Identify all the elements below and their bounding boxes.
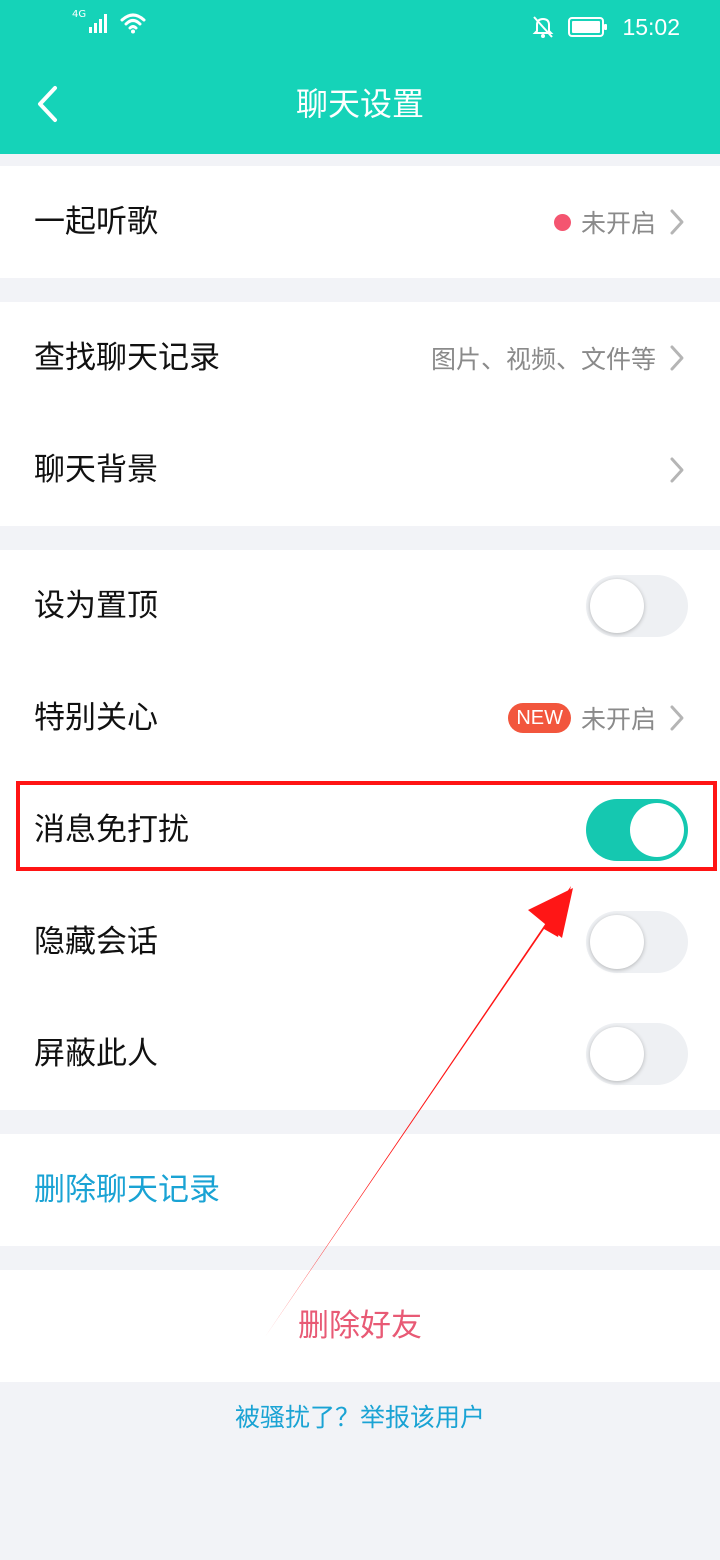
- status-right: 15:02: [532, 12, 680, 42]
- toggle-knob: [590, 1027, 644, 1081]
- wifi-icon: [120, 13, 146, 34]
- do-not-disturb-toggle[interactable]: [586, 799, 688, 861]
- toggle-knob: [630, 803, 684, 857]
- row-pin-top: 设为置顶: [0, 550, 720, 662]
- status-time: 15:02: [622, 14, 680, 40]
- listen-together-value: 未开启: [580, 209, 656, 238]
- do-not-disturb-label: 消息免打扰: [34, 812, 189, 848]
- battery-icon: [568, 17, 608, 37]
- signal-icon: [89, 14, 108, 33]
- listen-together-label: 一起听歌: [34, 204, 158, 240]
- special-care-value: 未开启: [580, 705, 656, 734]
- delete-history-label: 删除聊天记录: [34, 1172, 220, 1208]
- row-hide-chat: 隐藏会话: [0, 886, 720, 998]
- row-special-care[interactable]: 特别关心 NEW 未开启: [0, 662, 720, 774]
- search-history-label: 查找聊天记录: [34, 340, 220, 376]
- red-dot-indicator: [553, 213, 571, 231]
- row-block-user: 屏蔽此人: [0, 998, 720, 1110]
- settings-group-music: 一起听歌 未开启: [0, 166, 720, 278]
- chat-background-arrow: [666, 414, 688, 526]
- block-user-label: 屏蔽此人: [34, 1036, 158, 1072]
- pin-top-toggle[interactable]: [586, 575, 688, 637]
- row-do-not-disturb: 消息免打扰: [0, 774, 720, 886]
- toggle-knob: [590, 579, 644, 633]
- chevron-right-icon: [670, 345, 684, 371]
- settings-group-delete-friend: 删除好友: [0, 1270, 720, 1382]
- chevron-right-icon: [670, 705, 684, 731]
- new-badge: NEW: [508, 703, 571, 733]
- settings-group-toggles: 设为置顶 特别关心 NEW 未开启 消息免打扰 隐藏会话 屏蔽此人: [0, 550, 720, 1110]
- special-care-status: NEW 未开启: [508, 662, 688, 774]
- status-bar: 4G 15:02: [0, 0, 720, 54]
- delete-history-button[interactable]: 删除聊天记录: [0, 1134, 720, 1246]
- page-title: 聊天设置: [295, 85, 424, 123]
- mute-bell-icon: [533, 16, 554, 38]
- row-chat-background[interactable]: 聊天背景: [0, 414, 720, 526]
- row-search-history[interactable]: 查找聊天记录 图片、视频、文件等: [0, 302, 720, 414]
- chevron-right-icon: [670, 457, 684, 483]
- hide-chat-toggle[interactable]: [586, 911, 688, 973]
- status-left: 4G: [72, 9, 146, 34]
- search-history-hint: 图片、视频、文件等: [431, 302, 688, 414]
- hide-chat-label: 隐藏会话: [34, 924, 158, 960]
- pin-top-label: 设为置顶: [34, 588, 158, 624]
- special-care-label: 特别关心: [34, 700, 158, 736]
- navigation-bar: 聊天设置: [0, 54, 720, 154]
- block-user-toggle[interactable]: [586, 1023, 688, 1085]
- row-listen-together[interactable]: 一起听歌 未开启: [0, 166, 720, 278]
- report-user-link[interactable]: 被骚扰了？举报该用户: [0, 1400, 720, 1436]
- search-history-value: 图片、视频、文件等: [430, 345, 656, 374]
- delete-friend-label: 删除好友: [298, 1308, 422, 1344]
- network-type: 4G: [72, 9, 87, 20]
- toggle-knob: [590, 915, 644, 969]
- listen-together-status: 未开启: [553, 166, 688, 278]
- settings-group-delete-history: 删除聊天记录: [0, 1134, 720, 1246]
- chevron-right-icon: [670, 209, 684, 235]
- delete-friend-button[interactable]: 删除好友: [0, 1270, 720, 1382]
- settings-group-history: 查找聊天记录 图片、视频、文件等 聊天背景: [0, 302, 720, 526]
- chat-background-label: 聊天背景: [34, 452, 158, 488]
- header-bar: 4G 15:02 聊天设置: [0, 0, 720, 154]
